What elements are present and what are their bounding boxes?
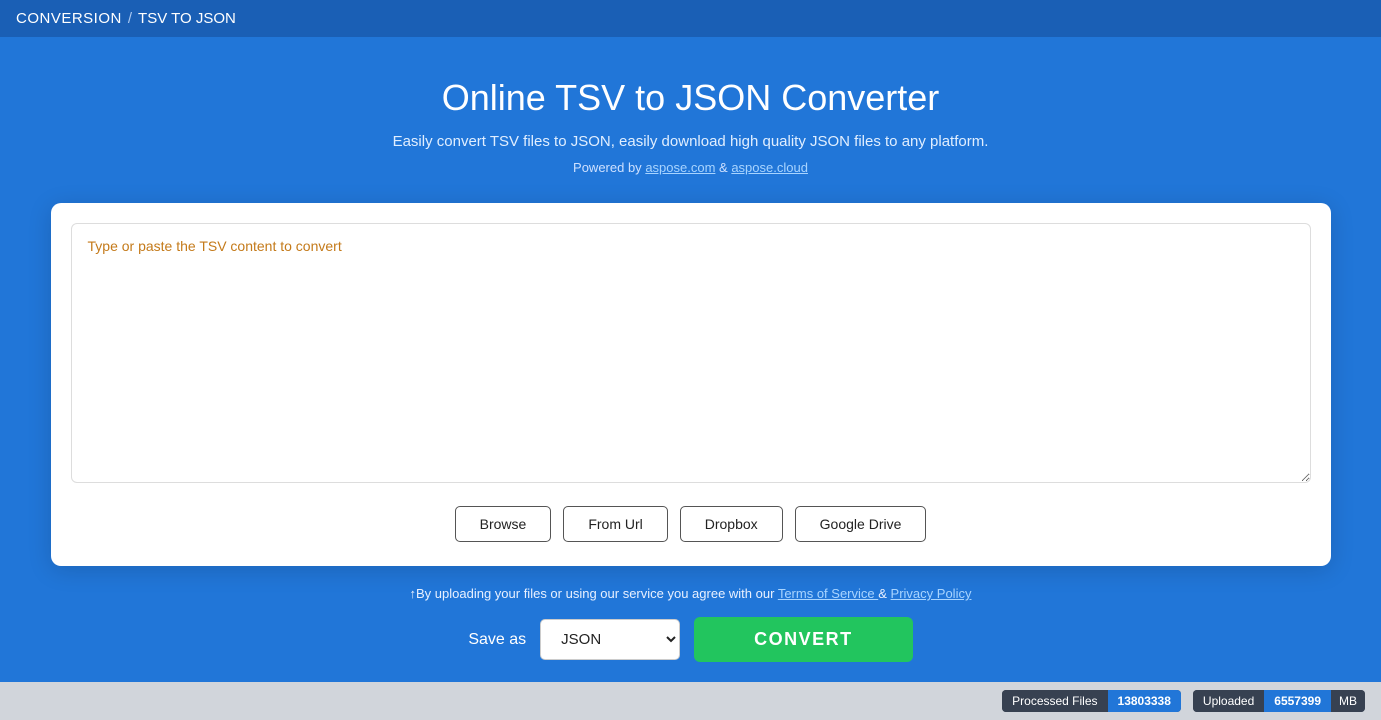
format-select[interactable]: JSON XML CSV XLSX xyxy=(540,619,680,660)
tsv-input[interactable] xyxy=(71,223,1311,483)
breadcrumb-separator: / xyxy=(128,10,132,27)
processed-files-stat: Processed Files 13803338 xyxy=(1002,690,1181,712)
terms-amp: & xyxy=(878,586,887,601)
terms-prefix: ↑By uploading your files or using our se… xyxy=(410,586,775,601)
save-as-label: Save as xyxy=(468,631,526,649)
top-bar: CONVERSION / TSV TO JSON xyxy=(0,0,1381,37)
processed-files-label: Processed Files xyxy=(1002,690,1107,712)
privacy-policy-link[interactable]: Privacy Policy xyxy=(891,586,972,601)
page-subtitle: Easily convert TSV files to JSON, easily… xyxy=(393,133,989,150)
uploaded-value: 6557399 xyxy=(1264,690,1331,712)
terms-of-service-link[interactable]: Terms of Service xyxy=(778,586,878,601)
browse-button[interactable]: Browse xyxy=(455,506,552,542)
from-url-button[interactable]: From Url xyxy=(563,506,667,542)
convert-button[interactable]: CONVERT xyxy=(694,617,913,662)
page-title: Online TSV to JSON Converter xyxy=(442,77,940,119)
aspose-cloud-link[interactable]: aspose.cloud xyxy=(731,160,808,175)
breadcrumb-conversion[interactable]: CONVERSION xyxy=(16,10,122,27)
dropbox-button[interactable]: Dropbox xyxy=(680,506,783,542)
upload-buttons: Browse From Url Dropbox Google Drive xyxy=(71,506,1311,542)
uploaded-label: Uploaded xyxy=(1193,690,1264,712)
terms-row: ↑By uploading your files or using our se… xyxy=(410,586,972,601)
aspose-com-link[interactable]: aspose.com xyxy=(645,160,715,175)
main-content: Online TSV to JSON Converter Easily conv… xyxy=(0,37,1381,682)
footer-bar: Processed Files 13803338 Uploaded 655739… xyxy=(0,682,1381,720)
google-drive-button[interactable]: Google Drive xyxy=(795,506,927,542)
powered-by-prefix: Powered by xyxy=(573,160,642,175)
converter-card: Browse From Url Dropbox Google Drive xyxy=(51,203,1331,566)
powered-by-amp: & xyxy=(719,160,728,175)
action-row: Save as JSON XML CSV XLSX CONVERT xyxy=(468,617,912,662)
breadcrumb-page: TSV TO JSON xyxy=(138,10,236,27)
processed-files-value: 13803338 xyxy=(1108,690,1181,712)
uploaded-unit: MB xyxy=(1331,690,1365,712)
powered-by: Powered by aspose.com & aspose.cloud xyxy=(573,160,808,175)
uploaded-stat: Uploaded 6557399 MB xyxy=(1193,690,1365,712)
